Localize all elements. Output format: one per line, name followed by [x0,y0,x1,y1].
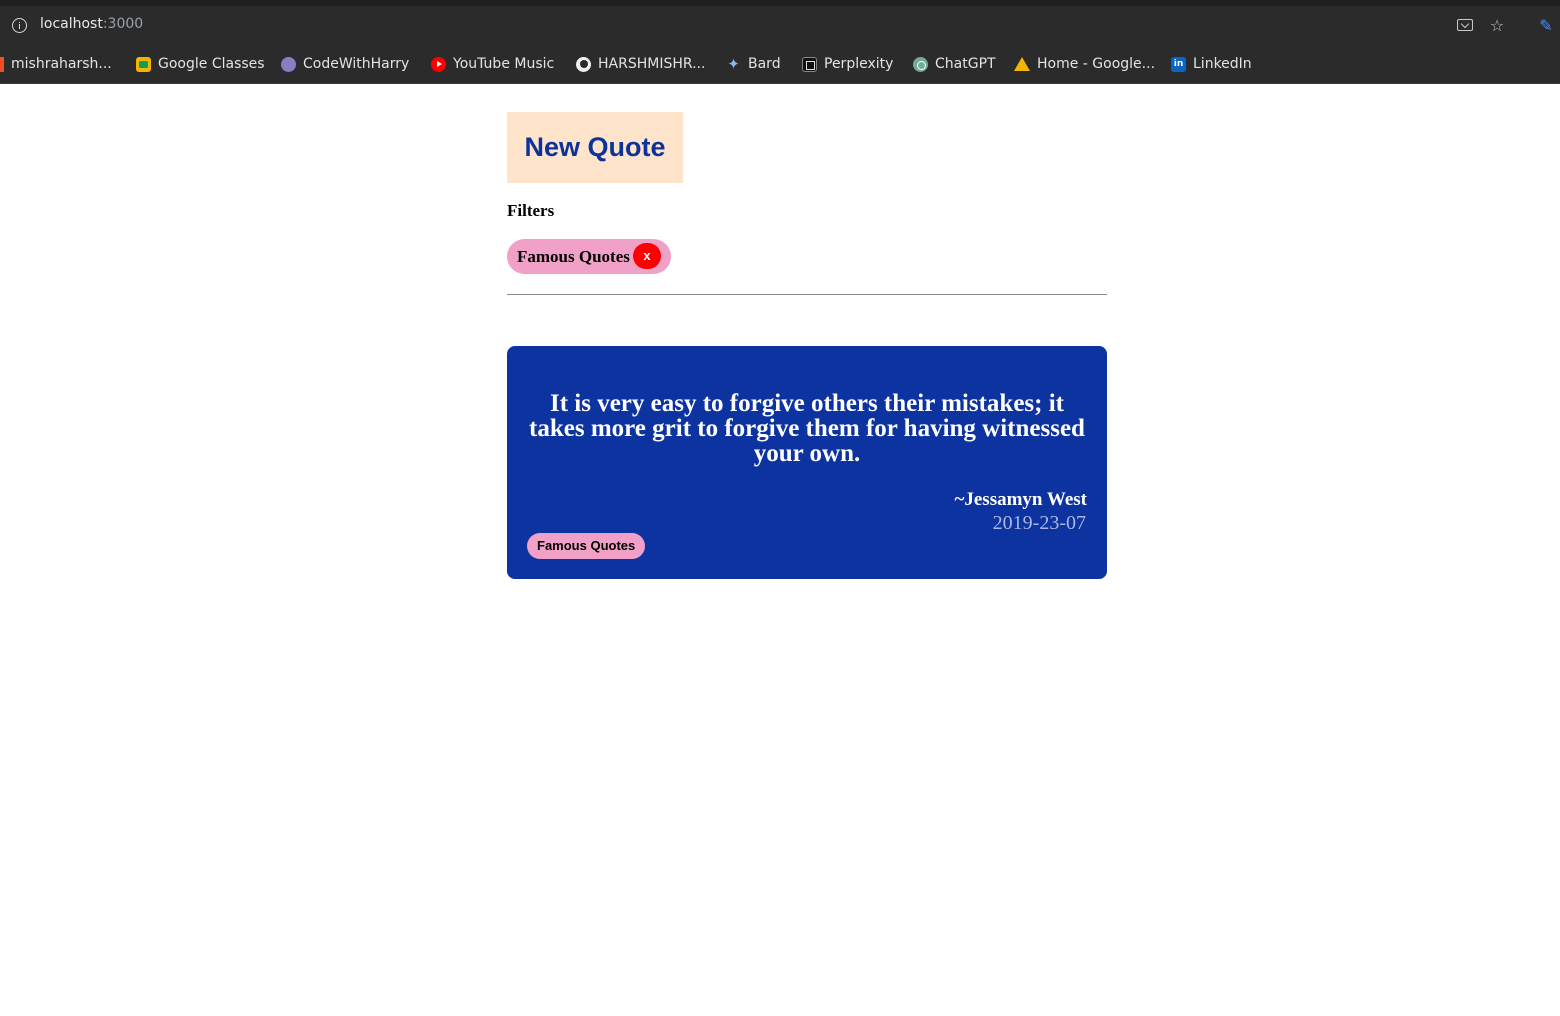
quote-tag[interactable]: Famous Quotes [527,533,646,559]
install-app-icon[interactable] [1456,17,1474,35]
bookmark-label: CodeWithHarry [303,56,410,72]
url-text[interactable]: localhost:3000 [40,16,143,32]
bookmark-github[interactable]: HARSHMISHR... [576,54,705,74]
remove-filter-button[interactable]: x [633,243,661,269]
extension-icon[interactable]: ✎ [1537,17,1555,35]
bookmark-youtube-music[interactable]: YouTube Music [431,54,554,74]
bookmark-label: Google Classes [158,56,265,72]
bookmark-label: Home - Google... [1037,56,1156,72]
url-port: :3000 [102,16,144,32]
quote-date: 2019-23-07 [992,512,1086,534]
bookmark-star-icon[interactable]: ☆ [1488,17,1506,35]
site-info-icon[interactable] [12,18,27,33]
new-quote-button[interactable]: New Quote [507,112,683,183]
filters-heading: Filters [507,201,555,220]
perplexity-icon [802,56,817,72]
google-drive-icon [1014,57,1030,71]
quote-text: It is very easy to forgive others their … [529,390,1085,467]
bookmark-perplexity[interactable]: Perplexity [802,54,893,74]
github-icon [576,56,591,72]
bookmark-label: HARSHMISHR... [598,56,706,72]
address-bar[interactable]: localhost:3000 ☆ ✎ [0,6,1560,44]
chatgpt-icon [913,56,928,72]
bookmark-chatgpt[interactable]: ChatGPT [913,54,996,74]
bookmark-label: YouTube Music [453,56,555,72]
bookmark-bard[interactable]: ✦ Bard [726,54,781,74]
bookmark-codewithharry[interactable]: CodeWithHarry [281,54,409,74]
bookmark-linkedin[interactable]: in LinkedIn [1171,54,1252,74]
bookmark-mishraharsh[interactable]: mishraharsh... [0,54,112,74]
google-classroom-icon [136,56,151,72]
bookmark-google-drive[interactable]: Home - Google... [1014,54,1155,74]
bard-icon: ✦ [727,54,740,73]
ms-icon [0,56,4,72]
bookmarks-bar: mishraharsh... Google Classes CodeWithHa… [0,44,1560,84]
url-host: localhost [40,16,103,32]
bookmark-label: LinkedIn [1193,56,1252,72]
bookmark-label: Perplexity [824,56,894,72]
youtube-music-icon [431,56,446,72]
bookmark-label: Bard [748,56,781,72]
bookmark-label: mishraharsh... [11,56,112,72]
filter-chip-label: Famous Quotes [517,246,630,266]
bookmark-google-classes[interactable]: Google Classes [136,54,265,74]
divider [507,294,1107,295]
linkedin-icon: in [1171,56,1186,72]
quote-card: It is very easy to forgive others their … [507,346,1107,579]
active-filter-chip: Famous Quotes x [507,239,671,274]
codewithharry-icon [281,56,296,72]
bookmark-label: ChatGPT [935,56,996,72]
quote-author: ~Jessamyn West [954,489,1087,510]
